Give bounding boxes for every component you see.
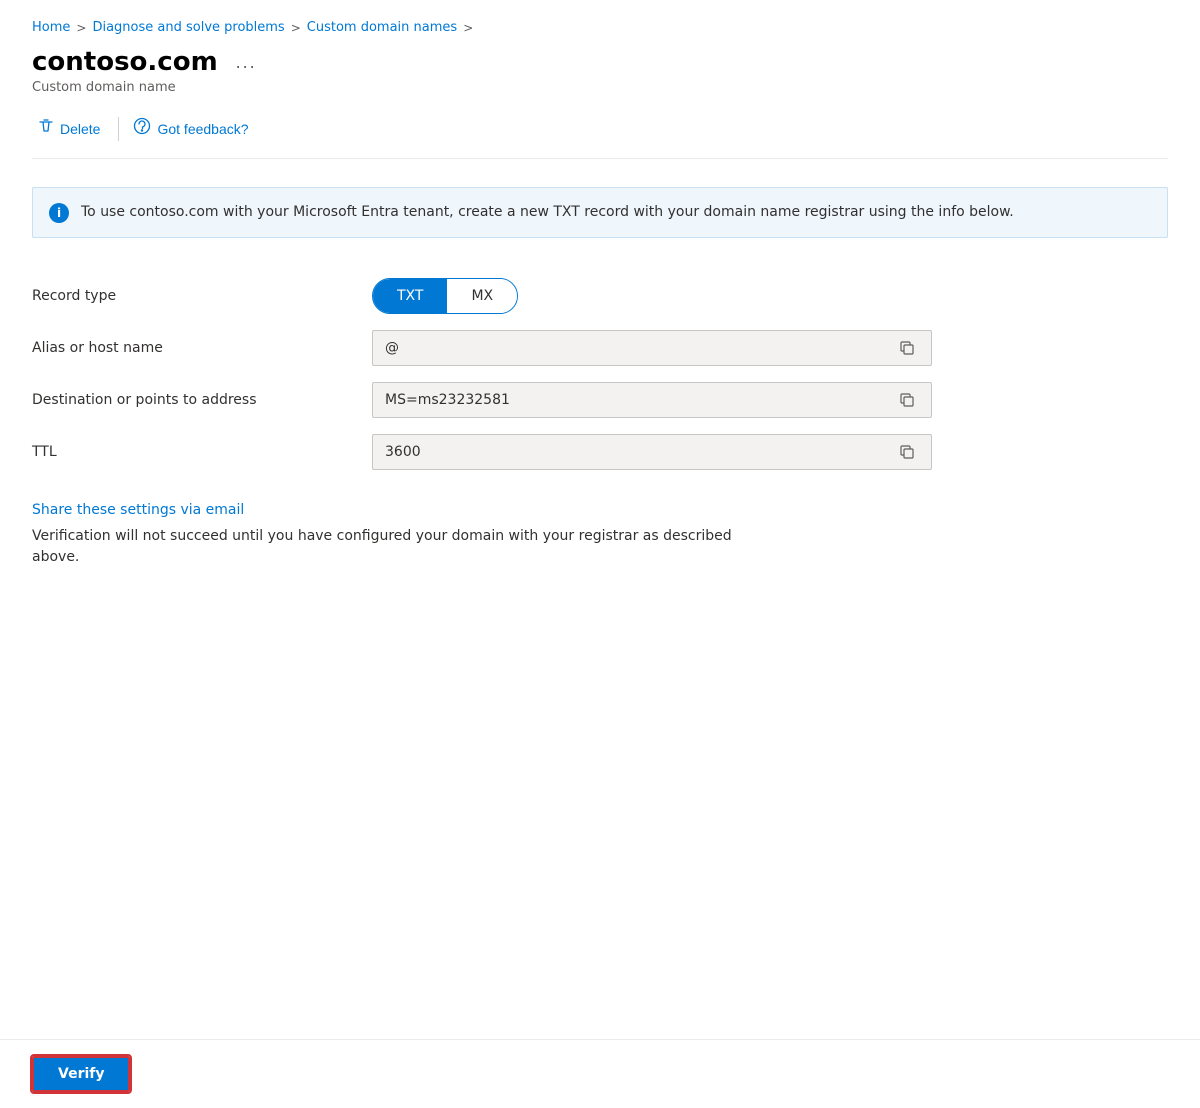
share-link[interactable]: Share these settings via email [32, 502, 244, 518]
delete-label: Delete [60, 121, 100, 137]
breadcrumb-custom-domains[interactable]: Custom domain names [307, 20, 457, 35]
alias-label: Alias or host name [32, 340, 372, 356]
delete-button[interactable]: Delete [32, 112, 110, 145]
toggle-txt[interactable]: TXT [373, 279, 447, 313]
alias-control [372, 330, 1168, 366]
destination-row: Destination or points to address [32, 374, 1168, 426]
destination-input[interactable] [385, 392, 891, 408]
alias-row: Alias or host name [32, 322, 1168, 374]
breadcrumb: Home > Diagnose and solve problems > Cus… [32, 20, 1168, 35]
alias-input[interactable] [385, 340, 891, 356]
info-icon: i [49, 203, 69, 223]
page-subtitle: Custom domain name [32, 80, 1168, 95]
alias-copy-button[interactable] [891, 334, 923, 362]
toggle-mx[interactable]: MX [447, 279, 517, 313]
record-type-control: TXT MX [372, 278, 1168, 314]
delete-icon [38, 118, 54, 139]
form-section: Record type TXT MX Alias or host name [32, 270, 1168, 478]
record-type-row: Record type TXT MX [32, 270, 1168, 322]
share-section: Share these settings via email Verificat… [32, 502, 1168, 568]
destination-label: Destination or points to address [32, 392, 372, 408]
feedback-button[interactable]: Got feedback? [127, 111, 258, 146]
toolbar-separator [32, 158, 1168, 159]
verify-button[interactable]: Verify [32, 1056, 130, 1092]
breadcrumb-sep-3: > [463, 21, 473, 35]
destination-control [372, 382, 1168, 418]
record-type-label: Record type [32, 288, 372, 304]
ttl-label: TTL [32, 444, 372, 460]
ellipsis-menu-button[interactable]: ... [230, 48, 263, 77]
ttl-field-wrapper [372, 434, 932, 470]
bottom-bar: Verify [0, 1039, 1200, 1108]
ttl-control [372, 434, 1168, 470]
toolbar-divider [118, 117, 119, 141]
breadcrumb-sep-2: > [291, 21, 301, 35]
breadcrumb-home[interactable]: Home [32, 20, 70, 35]
page-title: contoso.com [32, 47, 218, 78]
ttl-input[interactable] [385, 444, 891, 460]
feedback-icon [133, 117, 151, 140]
verification-note: Verification will not succeed until you … [32, 526, 732, 568]
info-banner: i To use contoso.com with your Microsoft… [32, 187, 1168, 238]
toolbar: Delete Got feedback? [32, 111, 1168, 158]
record-type-toggle[interactable]: TXT MX [372, 278, 518, 314]
ttl-copy-button[interactable] [891, 438, 923, 466]
info-text: To use contoso.com with your Microsoft E… [81, 202, 1014, 223]
alias-field-wrapper [372, 330, 932, 366]
breadcrumb-diagnose[interactable]: Diagnose and solve problems [92, 20, 284, 35]
ttl-row: TTL [32, 426, 1168, 478]
page-header: contoso.com ... Custom domain name [32, 47, 1168, 95]
destination-copy-button[interactable] [891, 386, 923, 414]
feedback-label: Got feedback? [157, 121, 248, 137]
breadcrumb-sep-1: > [76, 21, 86, 35]
destination-field-wrapper [372, 382, 932, 418]
